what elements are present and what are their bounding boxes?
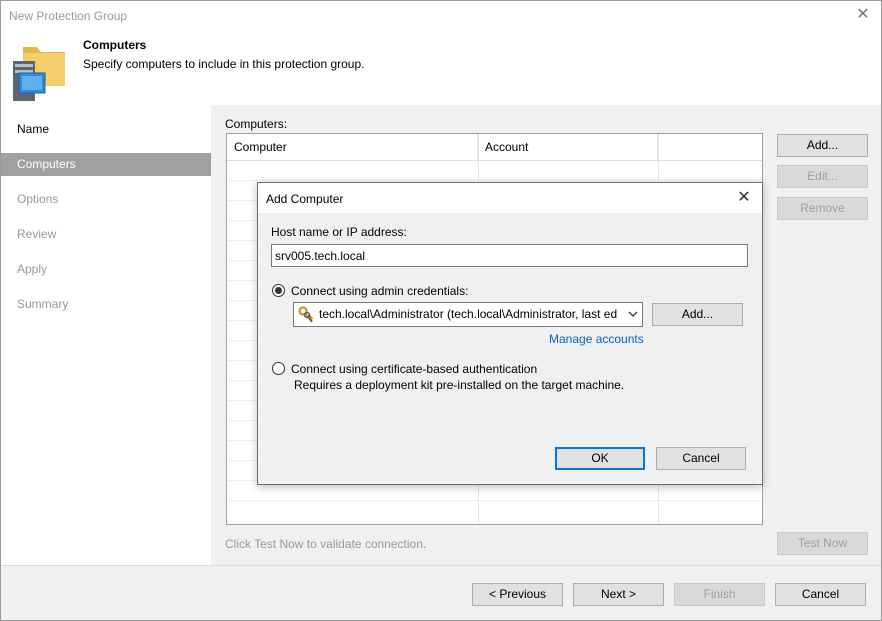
certificate-auth-radio[interactable] [272, 362, 285, 375]
computers-label: Computers: [225, 117, 288, 131]
protection-group-icon [13, 47, 65, 101]
admin-credentials-label[interactable]: Connect using admin credentials: [291, 284, 468, 298]
dialog-cancel-button[interactable]: Cancel [656, 447, 746, 470]
dialog-title: Add Computer [266, 192, 344, 206]
validation-hint: Click Test Now to validate connection. [225, 537, 427, 551]
credentials-select[interactable]: tech.local\Administrator (tech.local\Adm… [293, 302, 643, 327]
step-summary[interactable]: Summary [1, 293, 211, 316]
edit-button[interactable]: Edit... [777, 165, 868, 188]
step-review[interactable]: Review [1, 223, 211, 246]
row-divider [227, 180, 762, 181]
chevron-down-icon[interactable] [626, 307, 640, 321]
step-name[interactable]: Name [1, 118, 211, 141]
close-icon[interactable]: ✕ [734, 188, 754, 208]
wizard-window: New Protection Group ✕ Computers Specify… [0, 0, 882, 621]
wizard-footer: < Previous Next > Finish Cancel [1, 565, 881, 620]
add-computer-dialog: Add Computer ✕ Host name or IP address: … [257, 182, 763, 485]
credentials-value: tech.local\Administrator (tech.local\Adm… [319, 307, 618, 321]
test-now-button[interactable]: Test Now [777, 532, 868, 555]
add-button[interactable]: Add... [777, 134, 868, 157]
cancel-button[interactable]: Cancel [775, 583, 866, 606]
step-computers[interactable]: Computers [1, 153, 211, 176]
column-header-account[interactable]: Account [478, 134, 658, 160]
row-divider [227, 500, 762, 501]
key-icon [298, 306, 314, 323]
manage-accounts-link[interactable]: Manage accounts [549, 332, 644, 346]
window-title: New Protection Group [9, 9, 128, 23]
previous-button[interactable]: < Previous [472, 583, 563, 606]
host-input[interactable] [271, 244, 748, 267]
wizard-steps: Name Computers Options Review Apply Summ… [1, 105, 211, 565]
remove-button[interactable]: Remove [777, 197, 868, 220]
host-label: Host name or IP address: [271, 225, 407, 239]
next-button[interactable]: Next > [573, 583, 664, 606]
dialog-title-bar: Add Computer ✕ [258, 183, 762, 213]
add-credentials-button[interactable]: Add... [652, 303, 743, 326]
finish-button[interactable]: Finish [674, 583, 765, 606]
admin-credentials-radio[interactable] [272, 284, 285, 297]
column-header-computer[interactable]: Computer [227, 134, 478, 160]
ok-button[interactable]: OK [555, 447, 645, 470]
close-icon[interactable]: ✕ [853, 5, 873, 25]
page-subtitle: Specify computers to include in this pro… [83, 57, 365, 71]
header-divider [227, 160, 762, 161]
step-options[interactable]: Options [1, 188, 211, 211]
step-apply[interactable]: Apply [1, 258, 211, 281]
certificate-auth-label[interactable]: Connect using certificate-based authenti… [291, 362, 537, 376]
page-title: Computers [83, 38, 147, 52]
wizard-header: Computers Specify computers to include i… [1, 31, 881, 105]
certificate-auth-description: Requires a deployment kit pre-installed … [294, 378, 625, 392]
title-bar: New Protection Group ✕ [1, 1, 881, 31]
